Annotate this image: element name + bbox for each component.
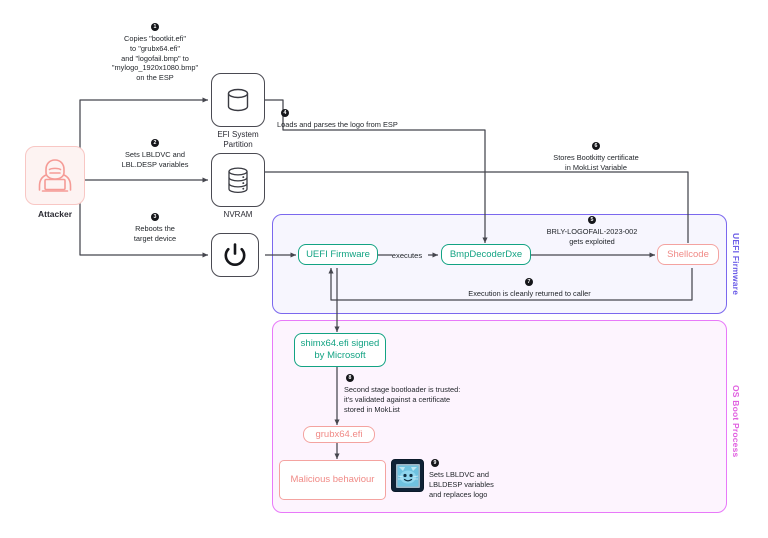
node-grubx64[interactable]: grubx64.efi [303,426,375,443]
attacker-label: Attacker [37,209,73,219]
zone-uefi-firmware-label: UEFI Firmware [731,233,741,296]
zone-os-boot-process-label: OS Boot Process [731,385,741,458]
step-6-line1: Stores Bootkitty certificate [553,153,639,162]
step-5-line2: gets exploited [569,236,615,246]
step-1-line5: on the ESP [136,73,174,83]
step-badge-4: 4 [281,109,289,117]
edge-label-executes: executes [391,251,423,260]
step-annotation-6: Stores Bootkitty certificate in MokList … [527,153,665,173]
step-annotation-4: Loads and parses the logo from ESP [277,120,467,130]
step-annotation-2: Sets LBLDVC and LBL.DESP variables [94,150,216,170]
step-badge-8: 8 [346,374,354,382]
step-badge-7: 7 [525,278,533,286]
step-9-line1: Sets LBLDVC and [429,470,489,479]
step-4-line1: Loads and parses the logo from ESP [277,120,398,129]
step-badge-9: 9 [431,459,439,467]
node-uefi-firmware[interactable]: UEFI Firmware [298,244,378,265]
step-badge-2: 2 [151,139,159,147]
step-3-line1: Reboots the [135,224,175,233]
node-shimx64[interactable]: shimx64.efi signed by Microsoft [294,333,386,367]
step-6-line2: in MokList Variable [565,162,627,172]
step-annotation-9: Sets LBLDVC and LBLDESP variables and re… [429,470,549,499]
power-button-icon [224,243,246,266]
step-9-line2: LBLDESP variables [429,479,494,489]
hooded-attacker-laptop-icon [38,158,72,192]
node-shellcode[interactable]: Shellcode [657,244,719,265]
step-2-line2: LBL.DESP variables [121,159,189,169]
step-badge-6: 6 [592,142,600,150]
step-8-line2: it's validated against a certificate [344,394,451,404]
power-node [211,233,259,277]
step-5-line1: BRLY-LOGOFAIL-2023-002 [546,227,638,236]
esp-label-line1: EFI System [217,130,259,139]
diagram-canvas: UEFI Firmware OS Boot Process Attacker E… [0,0,768,538]
step-1-line3: and "logofail.bmp" to [121,53,189,63]
step-annotation-1: Copies "bootkit.efi" to "grubx64.efi" an… [88,34,222,83]
step-1-line4: "mylogo_1920x1080.bmp" [111,63,199,73]
step-badge-1: 1 [151,23,159,31]
node-shimx64-line2: by Microsoft [314,350,366,361]
step-9-line3: and replaces logo [429,489,488,499]
database-stack-icon [228,167,248,194]
step-annotation-5: BRLY-LOGOFAIL-2023-002 gets exploited [523,227,661,247]
node-malicious-behaviour[interactable]: Malicious behaviour [279,460,386,500]
step-3-line2: target device [133,233,177,243]
node-bmp-decoder-dxe[interactable]: BmpDecoderDxe [441,244,531,265]
bootkitty-icon-frame [391,459,424,492]
step-badge-5: 5 [588,216,596,224]
step-1-line1: Copies "bootkit.efi" [124,34,186,43]
step-annotation-8: Second stage bootloader is trusted: it's… [344,385,534,414]
node-shimx64-line1: shimx64.efi signed [300,338,380,350]
step-1-line2: to "grubx64.efi" [129,43,181,53]
step-annotation-7: Execution is cleanly returned to caller [447,289,612,299]
step-8-line3: stored in MokList [344,404,400,414]
attacker-node [25,146,85,205]
step-7-line1: Execution is cleanly returned to caller [468,289,591,298]
esp-label: EFI System Partition [196,130,280,150]
bootkitty-cat-icon [395,463,420,488]
database-cylinder-icon [227,88,249,112]
esp-label-line2: Partition [223,140,253,149]
step-badge-3: 3 [151,213,159,221]
step-8-line1: Second stage bootloader is trusted: [344,385,461,394]
step-annotation-3: Reboots the target device [100,224,210,244]
step-2-line1: Sets LBLDVC and [125,150,185,159]
nvram-node [211,153,265,207]
nvram-label: NVRAM [223,210,253,219]
